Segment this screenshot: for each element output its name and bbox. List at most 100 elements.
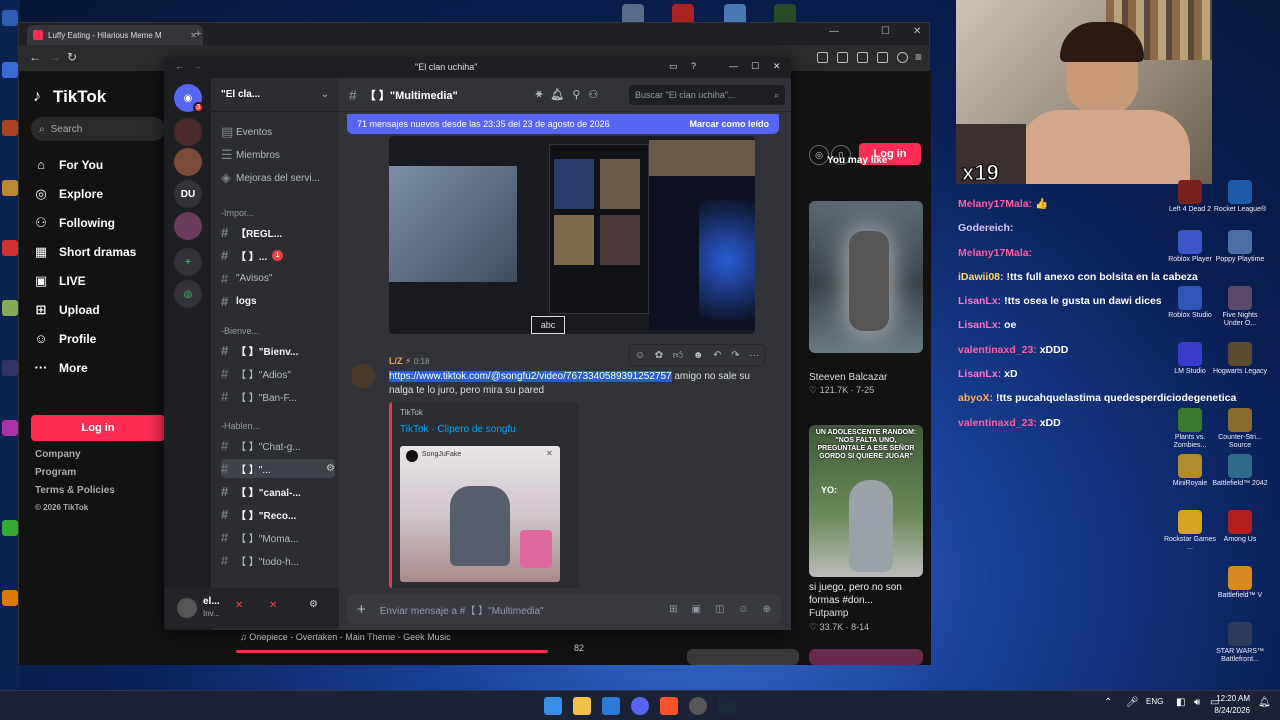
video-author[interactable]: Steeven Balcazar — [809, 372, 887, 383]
desktop-app-label[interactable]: Among Us — [1212, 536, 1268, 544]
sidebar-icon[interactable] — [837, 52, 848, 63]
message-input[interactable]: + Enviar mensaje a #【 】"Multimedia" ⊞ ▣ … — [347, 594, 781, 624]
nav-more[interactable]: ··· More — [33, 360, 88, 375]
extension-icon[interactable] — [817, 52, 828, 63]
message-link[interactable]: https://www.tiktok.com/@songfu2/video/76… — [389, 371, 672, 382]
desktop-app-label[interactable]: Rockstar Games ... — [1162, 536, 1218, 552]
desktop-app-label[interactable]: Counter-Stri... Source — [1212, 434, 1268, 450]
video-thumbnail[interactable]: UN ADOLESCENTE RANDOM: "NOS FALTA UNO, P… — [809, 425, 923, 577]
login-button[interactable]: Log in — [31, 415, 165, 441]
discover-icon[interactable]: ◍ — [174, 280, 202, 308]
nav-for-you[interactable]: ⌂ For You — [33, 157, 103, 172]
nav-explore[interactable]: ◎ Explore — [33, 186, 103, 202]
gear-icon[interactable]: ⚙ — [309, 599, 318, 610]
server-header[interactable]: "El cla... ⌄ — [211, 78, 339, 112]
gift-icon[interactable]: ⊞ — [669, 604, 677, 615]
pin-icon[interactable]: ⚲ — [572, 88, 580, 101]
mic-muted-icon[interactable]: ✕ — [235, 600, 243, 611]
desktop-app-icon[interactable] — [1178, 408, 1202, 432]
channel-item[interactable]: # "Avisos" — [221, 271, 272, 286]
chat-username[interactable]: Melany17Mala: — [958, 247, 1032, 259]
image-attachment[interactable]: abc — [389, 136, 755, 334]
discord-taskbar-icon[interactable] — [631, 697, 649, 715]
reaction-icon[interactable]: ☺ — [635, 350, 645, 361]
desktop-app-icon[interactable] — [1228, 408, 1252, 432]
maximize-icon[interactable]: ☐ — [751, 61, 759, 72]
help-icon[interactable]: ? — [691, 61, 696, 71]
video-thumbnail[interactable] — [809, 201, 923, 353]
gear-icon[interactable]: ⚙ — [326, 463, 335, 474]
desktop-app-icon[interactable] — [1178, 342, 1202, 366]
reply-icon[interactable]: ↶ — [713, 350, 721, 361]
category-header[interactable]: -Bienve... — [221, 326, 259, 336]
footer-terms[interactable]: Terms & Policies — [35, 485, 115, 496]
members-icon[interactable]: ⚇ — [588, 88, 598, 101]
back-arrow-icon[interactable]: ← — [29, 50, 41, 64]
channel-members[interactable]: ☰ Miembros — [221, 147, 280, 163]
clock-date[interactable]: 8/24/2026 — [1212, 706, 1250, 715]
new-tab-button[interactable]: + — [195, 28, 201, 40]
video-author[interactable]: Futpamp — [809, 608, 848, 619]
server-folder[interactable] — [174, 212, 202, 240]
chat-username[interactable]: LisanLx: — [958, 368, 1001, 380]
chat-username[interactable]: iDawii08: — [958, 271, 1004, 283]
channel-item[interactable]: # 【 】"Bienv... — [221, 343, 298, 358]
desktop-icon[interactable] — [2, 120, 18, 136]
footer-company[interactable]: Company — [35, 449, 81, 460]
chevron-up-icon[interactable]: ⌃ — [1104, 697, 1112, 708]
close-icon[interactable]: ✕ — [546, 449, 553, 458]
desktop-app-icon[interactable] — [1178, 180, 1202, 204]
back-arrow-icon[interactable]: ← — [175, 61, 184, 71]
desktop-app-icon[interactable] — [1228, 180, 1252, 204]
desktop-icon[interactable] — [2, 240, 18, 256]
desktop-icon[interactable] — [2, 420, 18, 436]
desktop-app-icon[interactable] — [1178, 230, 1202, 254]
server-icon[interactable] — [174, 118, 202, 146]
sticker-icon[interactable]: ◫ — [715, 604, 724, 615]
forward-arrow-icon[interactable]: → — [193, 61, 202, 71]
desktop-icon[interactable] — [2, 10, 18, 26]
search-input[interactable]: Buscar "El clan uchiha"... ⌕ — [629, 85, 785, 105]
desktop-app-icon[interactable] — [1228, 342, 1252, 366]
chat-username[interactable]: Godereich: — [958, 222, 1013, 234]
tiktok-logo[interactable]: ♪ TikTok — [33, 87, 106, 107]
desktop-app-label[interactable]: Poppy Playtime — [1212, 256, 1268, 264]
desktop-app-label[interactable]: Battlefield™ 2042 — [1212, 480, 1268, 488]
notification-icon[interactable]: 🔔︎ — [1258, 697, 1271, 708]
file-explorer-icon[interactable] — [573, 697, 591, 715]
emoji-icon[interactable]: ☺ — [738, 604, 748, 615]
chat-username[interactable]: LisanLx: — [958, 319, 1001, 331]
add-attachment-icon[interactable]: + — [357, 601, 366, 618]
video-thumbnail[interactable] — [687, 649, 799, 665]
desktop-icon[interactable] — [2, 180, 18, 196]
avatar[interactable] — [177, 598, 197, 618]
channel-item[interactable]: # 【 】"Reco... — [221, 507, 296, 522]
music-progress-bar[interactable] — [236, 650, 548, 653]
desktop-app-label[interactable]: Five Nights Under O... — [1212, 312, 1268, 328]
footer-program[interactable]: Program — [35, 467, 76, 478]
bell-icon[interactable]: 🔔︎ — [550, 88, 564, 101]
extension-icon[interactable] — [857, 52, 868, 63]
desktop-icon[interactable] — [2, 300, 18, 316]
add-server-icon[interactable]: + — [174, 248, 202, 276]
desktop-app-label[interactable]: Rocket League® — [1212, 206, 1268, 214]
microphone-icon[interactable]: 🎤︎ — [1126, 697, 1139, 708]
new-messages-bar[interactable]: 71 mensajes nuevos desde las 23:35 del 2… — [347, 114, 779, 134]
desktop-icon[interactable] — [2, 360, 18, 376]
nav-profile[interactable]: ☺ Profile — [33, 331, 96, 346]
chat-username[interactable]: valentinaxd_23: — [958, 417, 1037, 429]
close-window-icon[interactable]: ✕ — [913, 26, 921, 37]
headphones-muted-icon[interactable]: ✕ — [269, 600, 277, 611]
video-thumbnail[interactable] — [809, 649, 923, 665]
message-author[interactable]: L/Z ⚡ 0:18 — [389, 356, 429, 367]
start-button-icon[interactable] — [544, 697, 562, 715]
extension-icon[interactable] — [877, 52, 888, 63]
forward-icon[interactable]: ↷ — [731, 350, 739, 361]
channel-item[interactable]: # 【 】"Chat-g... — [221, 438, 301, 453]
video-title[interactable]: si juego, pero no son formas #don... — [809, 581, 911, 607]
obs-taskbar-icon[interactable] — [689, 697, 707, 715]
channel-item[interactable]: # 【REGL... — [221, 225, 282, 240]
minimize-icon[interactable]: — — [829, 26, 839, 37]
reaction-icon[interactable]: ✿ — [655, 350, 663, 361]
forward-arrow-icon[interactable]: → — [49, 50, 61, 64]
